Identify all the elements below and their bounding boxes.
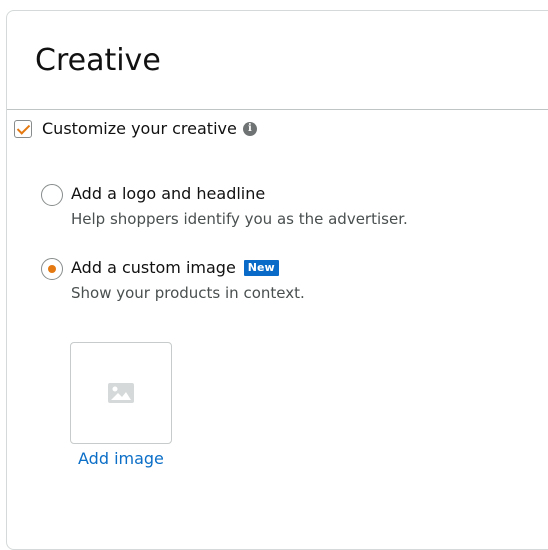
custom-image-label: Add a custom image xyxy=(71,258,236,277)
logo-headline-label: Add a logo and headline xyxy=(71,184,266,203)
logo-headline-radio[interactable] xyxy=(41,184,63,206)
add-image-link[interactable]: Add image xyxy=(78,449,164,468)
image-placeholder-icon xyxy=(108,383,134,403)
logo-headline-description: Help shoppers identify you as the advert… xyxy=(71,210,408,228)
new-badge: New xyxy=(243,260,279,276)
card-header: Creative xyxy=(7,11,548,110)
customize-creative-row[interactable]: Customize your creative i xyxy=(14,119,257,138)
custom-image-radio[interactable] xyxy=(41,258,63,280)
option-logo-headline[interactable]: Add a logo and headline Help shoppers id… xyxy=(41,183,408,229)
checkmark-icon xyxy=(16,120,31,135)
image-upload-slot[interactable] xyxy=(70,342,172,444)
radio-selected-dot xyxy=(48,265,56,273)
section-title: Creative xyxy=(35,43,161,78)
customize-creative-checkbox[interactable] xyxy=(14,119,32,138)
custom-image-description: Show your products in context. xyxy=(71,284,305,302)
info-icon[interactable]: i xyxy=(242,121,257,136)
customize-creative-label: Customize your creative xyxy=(42,119,237,138)
option-custom-image[interactable]: Add a custom image New Show your product… xyxy=(41,257,305,303)
